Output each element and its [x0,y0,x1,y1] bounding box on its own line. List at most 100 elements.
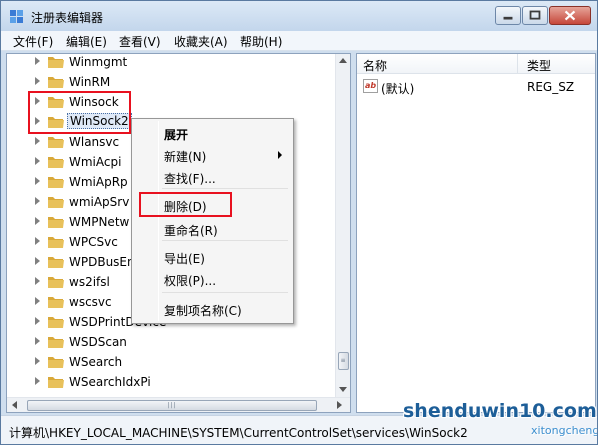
menu-separator [162,292,288,293]
watermark-logo: shenduwin10.com xitongcheng.com [401,394,597,444]
folder-icon [48,197,64,208]
title-bar[interactable]: 注册表编辑器 [1,1,597,31]
tree-horizontal-scroll-thumb[interactable]: ||| [27,400,317,411]
value-name: (默认) [381,82,415,96]
tree-item[interactable]: WinRM [7,72,335,92]
context-menu-item-label: 查找(F)... [164,172,216,186]
context-menu-item[interactable]: 展开 [162,123,288,143]
folder-icon [48,157,64,168]
value-type: REG_SZ [527,80,575,94]
context-menu-item[interactable]: 导出(E) [162,247,288,267]
expand-arrow-icon[interactable] [35,297,40,305]
context-menu-item-label: 新建(N) [164,150,207,164]
folder-icon [48,57,64,68]
menu-edit[interactable]: 编辑(E) [66,33,107,50]
menu-bar: 文件(F) 编辑(E) 查看(V) 收藏夹(A) 帮助(H) [1,31,597,51]
tree-horizontal-scrollbar[interactable]: ||| [7,397,350,412]
menu-separator [162,188,288,189]
expand-arrow-icon[interactable] [35,357,40,365]
maximize-icon [529,10,541,20]
menu-help[interactable]: 帮助(H) [240,33,282,50]
tree-item-label: Winmgmt [69,55,128,69]
menu-file[interactable]: 文件(F) [13,33,53,50]
expand-arrow-icon[interactable] [35,237,40,245]
watermark-sub: xitongcheng.com [531,424,598,437]
expand-arrow-icon[interactable] [35,77,40,85]
close-button[interactable] [549,6,591,25]
expand-arrow-icon[interactable] [35,337,40,345]
registry-editor-icon [10,10,23,23]
folder-icon [48,257,64,268]
tree-item-label: WSDScan [69,335,127,349]
value-row[interactable]: ab (默认) REG_SZ [357,78,595,96]
context-menu-item-label: 展开 [164,128,189,142]
folder-icon [48,377,64,388]
status-path: 计算机\HKEY_LOCAL_MACHINE\SYSTEM\CurrentCon… [9,426,468,440]
registry-editor-window: 注册表编辑器 文件(F) 编辑(E) 查看(V) 收藏夹(A) 帮助(H) Wi… [0,0,598,445]
tree-vertical-scrollbar[interactable]: ≡ [335,54,350,397]
highlight-box-delete [139,192,232,217]
context-menu-item[interactable]: 复制项名称(C) [162,299,288,319]
expand-arrow-icon[interactable] [35,317,40,325]
scroll-right-icon[interactable] [337,401,342,409]
grip-icon: ≡ [340,357,347,364]
expand-arrow-icon[interactable] [35,277,40,285]
tree-item-label: WinRM [69,75,111,89]
context-menu: 展开 新建(N) 查找(F)... 删除(D) 重命名(R) 导出(E) 权限(P)... 复… [131,118,294,324]
tree-item-label: WmiAcpi [69,155,122,169]
expand-arrow-icon[interactable] [35,157,40,165]
column-type-header[interactable]: 类型 [527,57,551,74]
submenu-arrow-icon [278,151,282,159]
folder-icon [48,77,64,88]
watermark-main: shenduwin10.com [403,400,597,422]
context-menu-gutter [158,121,159,321]
tree-item[interactable]: WSDScan [7,332,335,352]
column-name-header[interactable]: 名称 [363,57,387,74]
menu-view[interactable]: 查看(V) [119,33,161,50]
close-icon [564,10,576,21]
tree-item-label: wscsvc [69,295,112,309]
folder-icon [48,337,64,348]
context-menu-item[interactable]: 重命名(R) [162,219,288,239]
folder-icon [48,357,64,368]
context-menu-item[interactable]: 查找(F)... [162,167,288,187]
window-title: 注册表编辑器 [31,11,104,25]
context-menu-item-label: 复制项名称(C) [164,304,242,318]
expand-arrow-icon[interactable] [35,377,40,385]
tree-item-label: WMPNetw [69,215,130,229]
menu-favorites[interactable]: 收藏夹(A) [174,33,228,50]
scroll-down-icon[interactable] [339,387,347,392]
tree-item[interactable]: WSearch [7,352,335,372]
scroll-up-icon[interactable] [339,58,347,63]
tree-item[interactable]: WSearchIdxPi [7,372,335,392]
context-menu-item[interactable]: 新建(N) [162,145,288,165]
expand-arrow-icon[interactable] [35,137,40,145]
context-menu-item-label: 导出(E) [164,252,205,266]
context-menu-item-label: 权限(P)... [164,274,217,288]
ab-string-icon: ab [363,79,378,93]
tree-item[interactable]: Winmgmt [7,52,335,72]
folder-icon [48,217,64,228]
expand-arrow-icon[interactable] [35,177,40,185]
minimize-button[interactable] [495,6,521,25]
folder-icon [48,277,64,288]
expand-arrow-icon[interactable] [35,57,40,65]
folder-icon [48,177,64,188]
context-menu-item[interactable]: 权限(P)... [162,269,288,289]
context-menu-item-label: 重命名(R) [164,224,218,238]
folder-icon [48,237,64,248]
scroll-left-icon[interactable] [12,401,17,409]
tree-item-label: WPDBusEn [69,255,135,269]
tree-vertical-scroll-thumb[interactable]: ≡ [338,352,349,370]
tree-item-label: ws2ifsl [69,275,110,289]
folder-icon [48,297,64,308]
expand-arrow-icon[interactable] [35,197,40,205]
column-divider[interactable] [517,54,518,74]
maximize-button[interactable] [522,6,548,25]
folder-icon [48,317,64,328]
grip-icon: ||| [167,402,177,409]
values-pane[interactable]: 名称 类型 ab (默认) REG_SZ [356,53,596,413]
expand-arrow-icon[interactable] [35,257,40,265]
expand-arrow-icon[interactable] [35,217,40,225]
folder-icon [48,137,64,148]
